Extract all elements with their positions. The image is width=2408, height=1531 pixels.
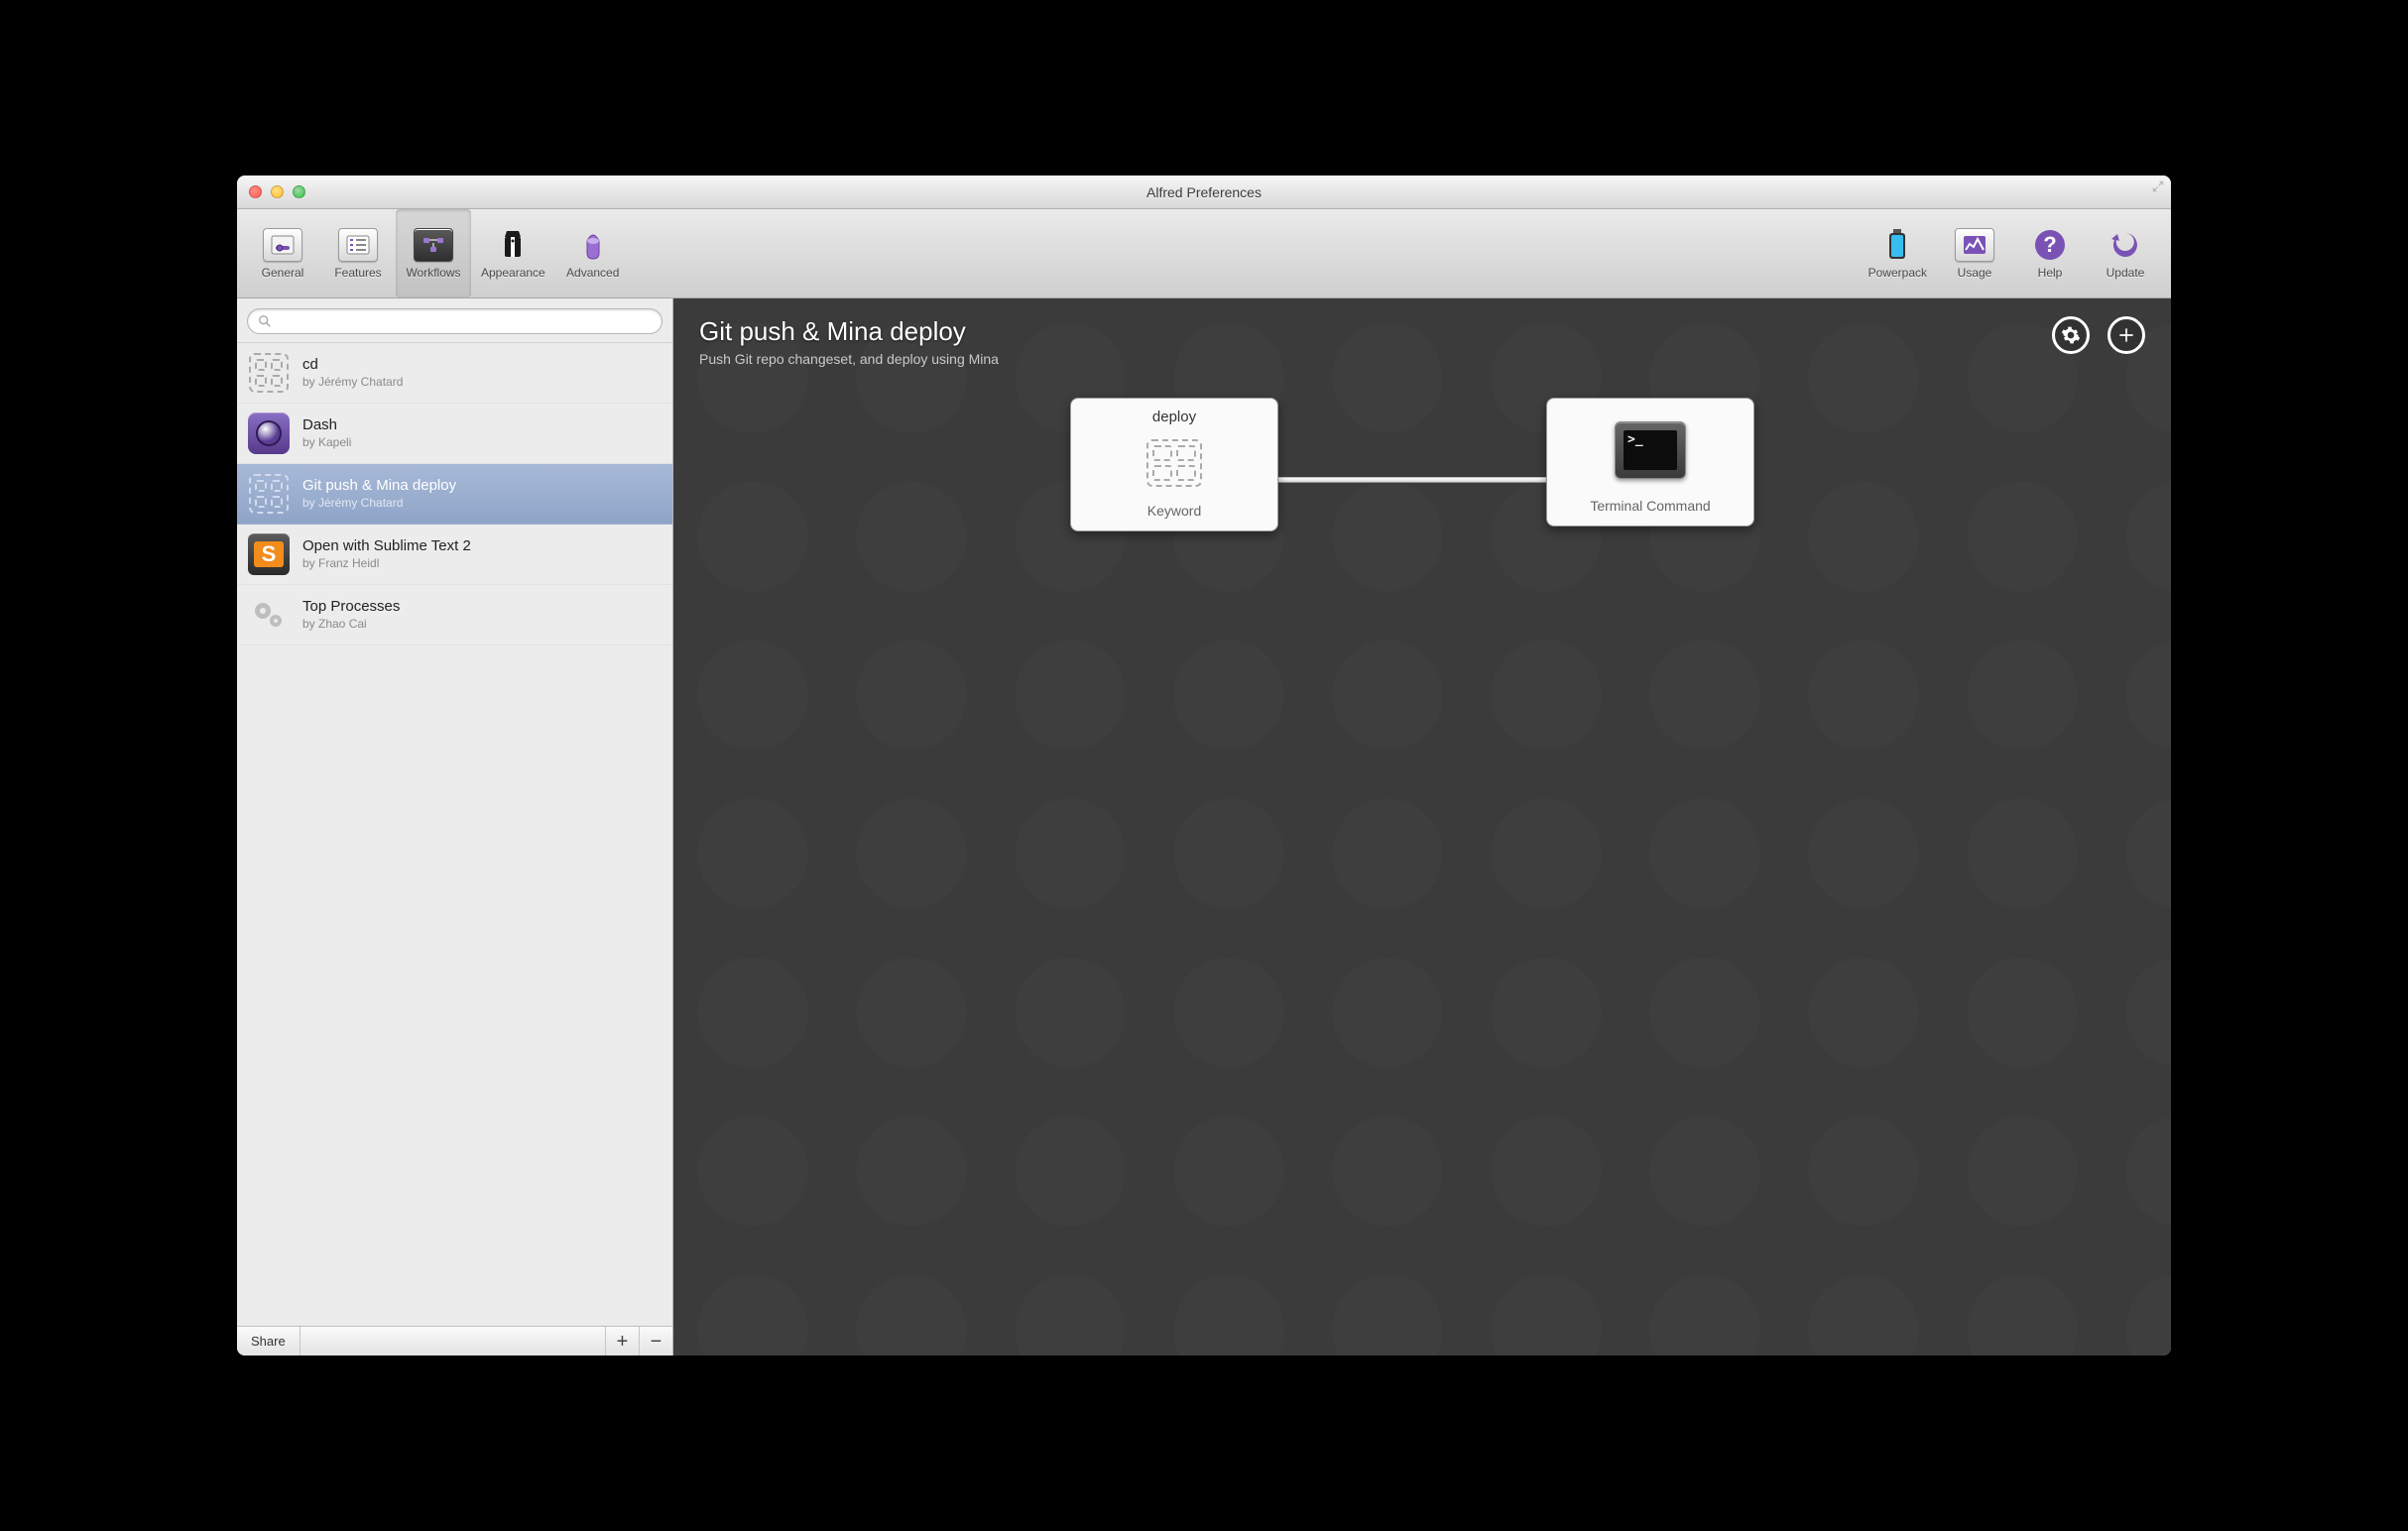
node-caption: Keyword (1147, 503, 1201, 519)
terminal-icon (1615, 420, 1686, 480)
toolbar-update-label: Update (2107, 266, 2145, 286)
toolbar-general-label: General (262, 266, 304, 286)
workflow-subtitle: by Franz Heidl (302, 556, 471, 572)
workflow-item-sublime[interactable]: S Open with Sublime Text 2 by Franz Heid… (237, 525, 672, 585)
workflow-item-dash[interactable]: Dash by Kapeli (237, 404, 672, 464)
sidebar-footer: Share + − (237, 1326, 672, 1355)
dash-icon (247, 412, 291, 455)
search-input[interactable] (278, 314, 652, 329)
help-icon: ? (2028, 226, 2072, 264)
powerpack-icon (1875, 226, 1919, 264)
window-title: Alfred Preferences (237, 184, 2171, 200)
workflow-item-top-processes[interactable]: Top Processes by Zhao Cai (237, 585, 672, 646)
minimize-button[interactable] (271, 185, 284, 198)
workflow-subtitle: by Kapeli (302, 435, 351, 451)
workflow-subtitle: by Jérémy Chatard (302, 496, 456, 512)
toolbar-appearance-label: Appearance (481, 266, 545, 286)
sidebar: cd by Jérémy Chatard Dash by Kapeli (237, 298, 673, 1355)
add-workflow-button[interactable]: + (605, 1327, 639, 1355)
toolbar-general[interactable]: General (245, 209, 320, 297)
workflow-title: Git push & Mina deploy (699, 316, 999, 347)
titlebar: Alfred Preferences (237, 176, 2171, 209)
workflow-title: Top Processes (302, 597, 400, 617)
plus-icon (2116, 325, 2136, 345)
toolbar-left: General Features Workflows Appearance (245, 209, 631, 297)
usage-icon (1953, 226, 1996, 264)
toolbar-powerpack-label: Powerpack (1868, 266, 1927, 286)
workflow-subtitle: Push Git repo changeset, and deploy usin… (699, 351, 999, 367)
node-connector (1276, 477, 1550, 483)
search-wrap (237, 298, 672, 343)
traffic-lights (237, 185, 305, 198)
close-button[interactable] (249, 185, 262, 198)
toolbar-usage[interactable]: Usage (1937, 209, 2012, 297)
toolbar-right: Powerpack Usage ? Help Update (1859, 209, 2163, 297)
zoom-button[interactable] (293, 185, 305, 198)
general-icon (261, 226, 304, 264)
appearance-icon (491, 226, 535, 264)
canvas-header: Git push & Mina deploy Push Git repo cha… (699, 316, 2145, 367)
workflow-list: cd by Jérémy Chatard Dash by Kapeli (237, 343, 672, 1326)
workflow-subtitle: by Zhao Cai (302, 617, 400, 633)
placeholder-icon (1139, 433, 1210, 493)
node-title: deploy (1152, 409, 1196, 425)
workflow-subtitle: by Jérémy Chatard (302, 375, 403, 391)
gear-icon (2061, 325, 2081, 345)
toolbar: General Features Workflows Appearance (237, 209, 2171, 298)
toolbar-usage-label: Usage (1958, 266, 1992, 286)
toolbar-advanced[interactable]: Advanced (555, 209, 631, 297)
search-field[interactable] (247, 308, 662, 334)
body: cd by Jérémy Chatard Dash by Kapeli (237, 298, 2171, 1355)
workflow-item-git-push-mina[interactable]: Git push & Mina deploy by Jérémy Chatard (237, 464, 672, 525)
toolbar-workflows[interactable]: Workflows (396, 209, 471, 297)
workflow-canvas[interactable]: Git push & Mina deploy Push Git repo cha… (673, 298, 2171, 1355)
workflow-title: Git push & Mina deploy (302, 476, 456, 496)
gears-icon (247, 593, 291, 637)
node-terminal-command[interactable]: Terminal Command (1546, 398, 1754, 527)
node-caption: Terminal Command (1590, 498, 1710, 514)
node-keyword[interactable]: deploy Keyword (1070, 398, 1278, 531)
advanced-icon (571, 226, 615, 264)
toolbar-help-label: Help (2038, 266, 2063, 286)
workflow-item-cd[interactable]: cd by Jérémy Chatard (237, 343, 672, 404)
placeholder-icon (247, 351, 291, 395)
toolbar-features[interactable]: Features (320, 209, 396, 297)
features-icon (336, 226, 380, 264)
update-icon (2104, 226, 2147, 264)
toolbar-workflows-label: Workflows (406, 266, 460, 286)
toolbar-advanced-label: Advanced (566, 266, 619, 286)
workflow-settings-button[interactable] (2052, 316, 2090, 354)
remove-workflow-button[interactable]: − (639, 1327, 672, 1355)
placeholder-icon (247, 472, 291, 516)
toolbar-features-label: Features (334, 266, 381, 286)
search-icon (258, 314, 272, 328)
sublime-icon: S (247, 532, 291, 576)
workflows-icon (412, 226, 455, 264)
window: Alfred Preferences General Features (237, 176, 2171, 1355)
add-node-button[interactable] (2107, 316, 2145, 354)
svg-text:?: ? (2043, 232, 2056, 257)
toolbar-appearance[interactable]: Appearance (471, 209, 555, 297)
toolbar-help[interactable]: ? Help (2012, 209, 2088, 297)
toolbar-update[interactable]: Update (2088, 209, 2163, 297)
workflow-title: Open with Sublime Text 2 (302, 536, 471, 556)
toolbar-powerpack[interactable]: Powerpack (1859, 209, 1937, 297)
workflow-title: Dash (302, 415, 351, 435)
fullscreen-icon[interactable] (2151, 179, 2165, 193)
share-button[interactable]: Share (237, 1327, 301, 1355)
workflow-title: cd (302, 355, 403, 375)
